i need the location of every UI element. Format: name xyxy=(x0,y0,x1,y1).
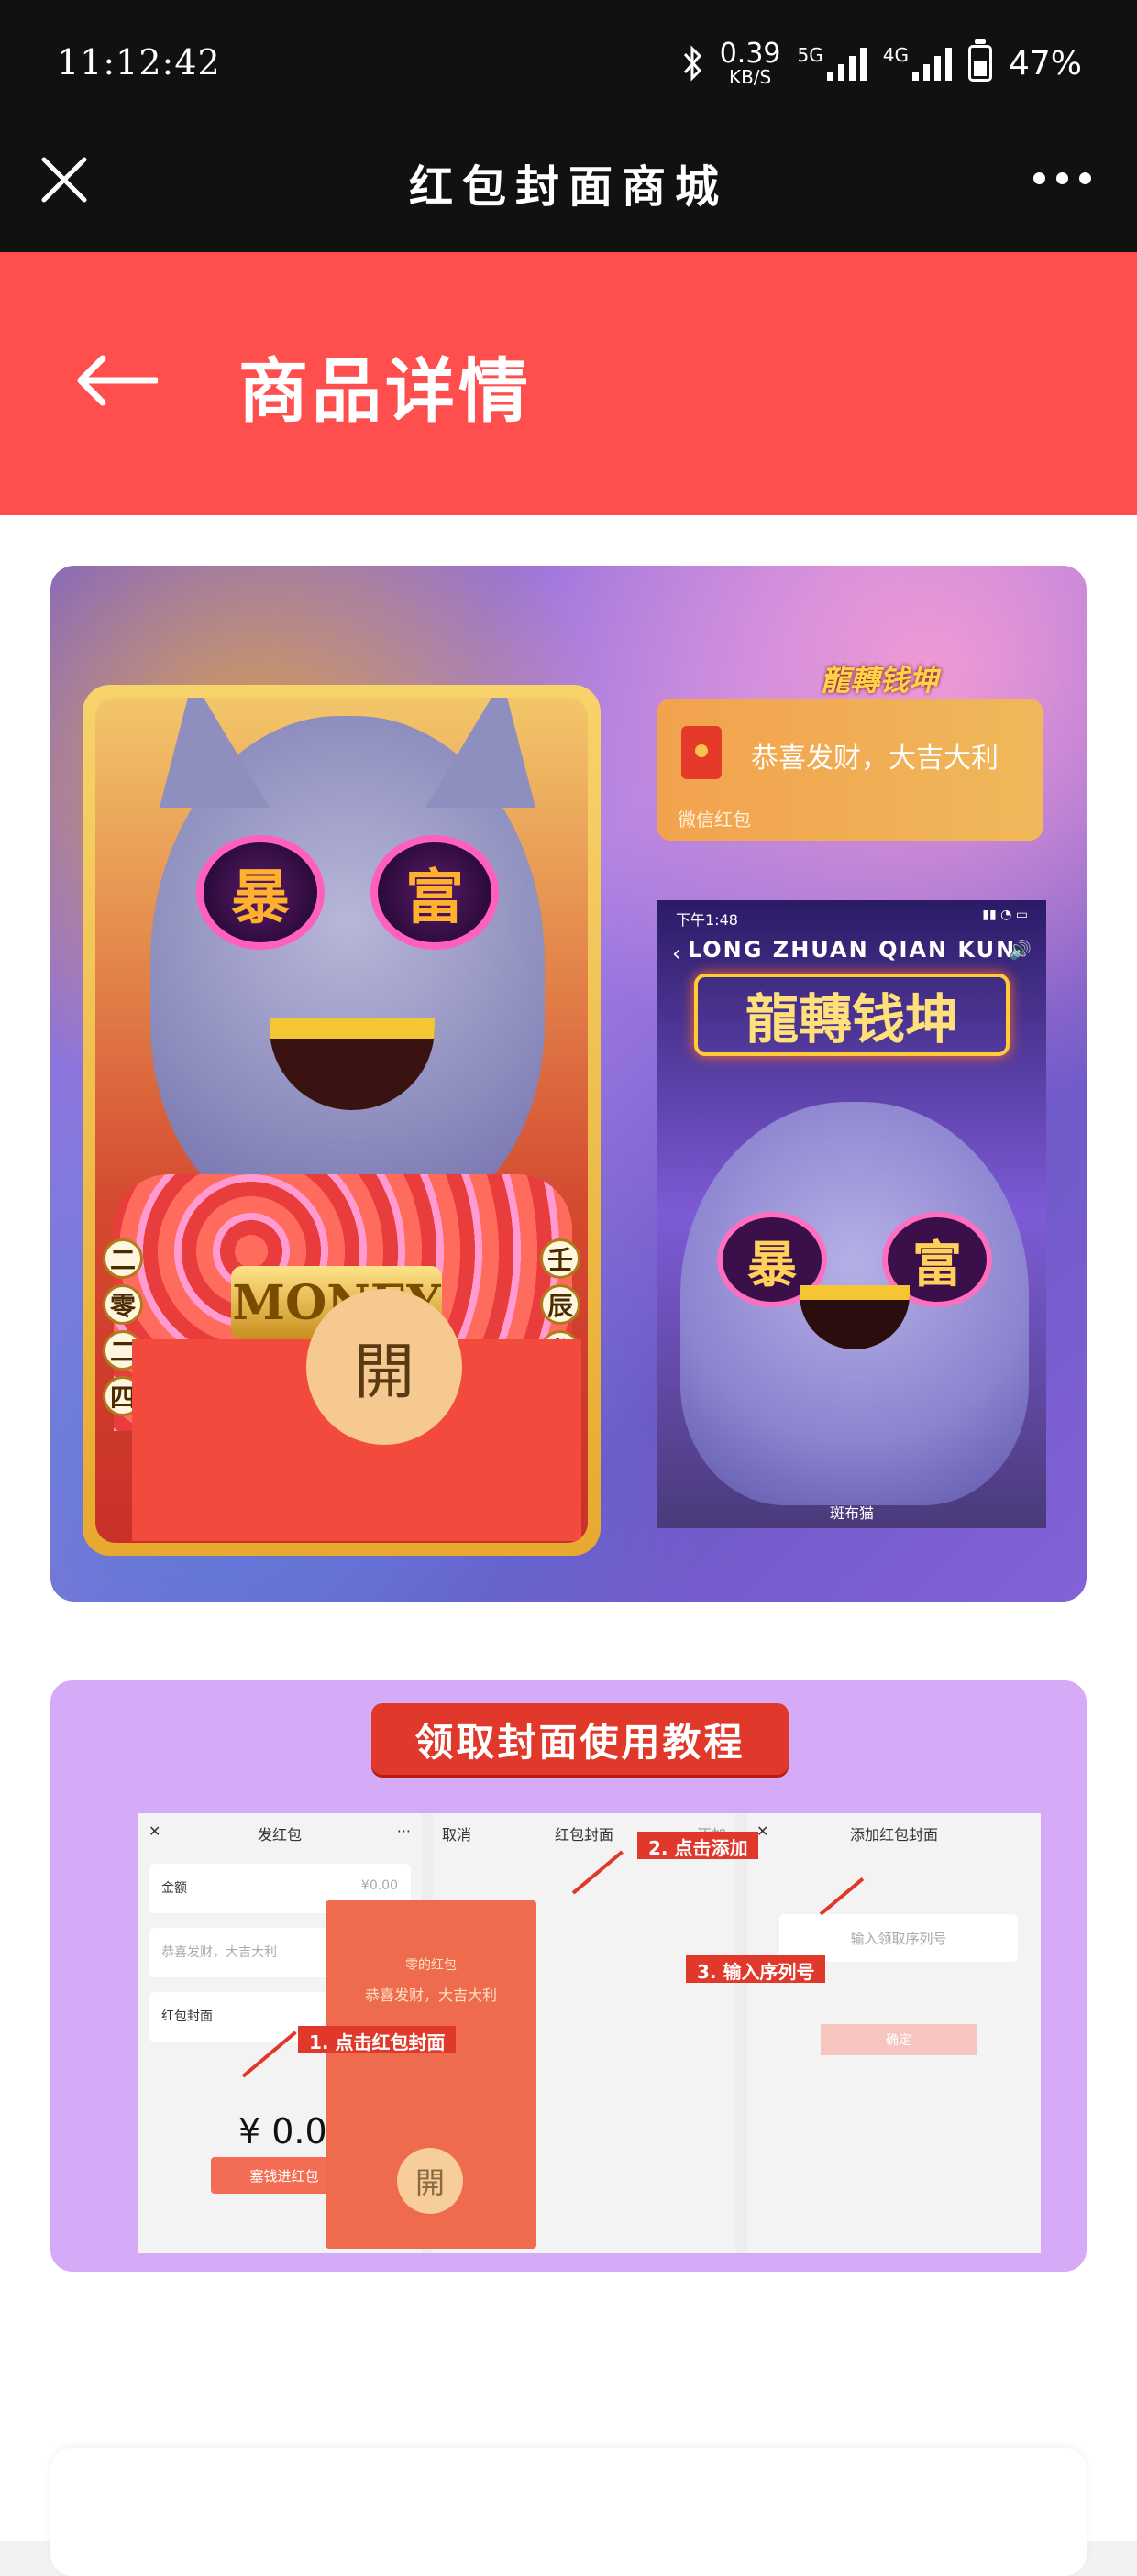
bluetooth-icon xyxy=(683,45,701,82)
signal-4g: 4G xyxy=(883,46,952,81)
signal-5g: 5G xyxy=(798,46,867,81)
open-button: 開 xyxy=(306,1289,462,1445)
phone-status-icons: ▮▮ ◔ ▭ xyxy=(982,908,1028,922)
status-time: 11:12:42 xyxy=(57,42,221,83)
signal-5g-label: 5G xyxy=(797,44,823,66)
product-info-card xyxy=(50,2448,1087,2576)
signal-bars-icon xyxy=(826,46,867,81)
red-packet-frame: 暴 富 MONEY 二 零 二 四 壬 辰 龙 年 xyxy=(83,685,601,1556)
confirm-button: 确定 xyxy=(821,2024,977,2055)
amount-label: 金额 xyxy=(161,1881,187,1896)
miniprogram-title: 红包封面商城 xyxy=(408,161,728,213)
gold-teeth xyxy=(270,1018,435,1110)
phone-title: LONG ZHUAN QIAN KUN xyxy=(687,937,1017,963)
side-char: 二 xyxy=(103,1238,143,1279)
network-speed: 0.39 KB/S xyxy=(719,38,781,88)
side-char: 零 xyxy=(103,1284,143,1325)
side-char: 辰 xyxy=(540,1284,580,1325)
phone-preview: 下午1:48 ▮▮ ◔ ▭ ‹ LONG ZHUAN QIAN KUN 🔊 龍轉… xyxy=(657,900,1046,1528)
main-content: 暴 富 MONEY 二 零 二 四 壬 辰 龙 年 xyxy=(0,515,1137,2576)
shot1-title: 发红包 xyxy=(257,1826,302,1844)
glasses-right: 富 xyxy=(370,835,499,950)
phone-status-time: 下午1:48 xyxy=(676,911,738,929)
tutorial-screenshots: ✕ 发红包 ··· 金额 ¥0.00 恭喜发财，大吉大利 ☺ 红包封面 › ¥ … xyxy=(138,1813,1041,2253)
gold-teeth xyxy=(800,1285,910,1349)
speaker-icon: 🔊 xyxy=(1009,939,1032,961)
battery-icon xyxy=(967,39,992,82)
cat-illustration: 暴 富 xyxy=(680,1102,1029,1505)
shot3-title: 添加红包封面 xyxy=(849,1826,938,1844)
more-dots-icon[interactable] xyxy=(1033,172,1091,184)
brand-logo: 龍轉钱坤 xyxy=(821,663,939,698)
tutorial-banner: 领取封面使用教程 xyxy=(371,1703,789,1775)
amount-placeholder: ¥0.00 xyxy=(360,1878,398,1893)
cover-sample: 零的红包 恭喜发财，大吉大利 開 xyxy=(326,1900,536,2249)
cover-greeting: 恭喜发财，大吉大利 xyxy=(751,743,999,775)
battery-percent: 47% xyxy=(1008,44,1082,83)
more-dots-icon: ··· xyxy=(396,1822,411,1840)
network-speed-unit: KB/S xyxy=(728,66,772,88)
shot1-header: ✕ 发红包 ··· xyxy=(138,1822,422,1844)
product-image[interactable]: 暴 富 MONEY 二 零 二 四 壬 辰 龙 年 xyxy=(50,566,1087,1602)
side-char: 壬 xyxy=(540,1238,580,1279)
cover-preview: 恭喜发财，大吉大利 微信红包 xyxy=(657,699,1043,841)
miniprogram-nav-bar: 红包封面商城 xyxy=(0,128,1137,252)
cover-greeting: 恭喜发财，大吉大利 xyxy=(364,1987,497,2004)
step-label: 1. 点击红包封面 xyxy=(298,2026,457,2053)
step-label: 2. 点击添加 xyxy=(637,1832,759,1859)
status-icons: 0.39 KB/S 5G 4G 47% xyxy=(681,38,1082,88)
network-speed-value: 0.39 xyxy=(719,38,781,70)
cover-user: 零的红包 xyxy=(405,1958,457,1973)
signal-bars-icon xyxy=(911,46,952,81)
page-title: 商品详情 xyxy=(238,350,532,432)
page-header: 商品详情 xyxy=(0,252,1137,515)
greeting-placeholder: 恭喜发财，大吉大利 xyxy=(161,1945,277,1960)
step-label: 3. 输入序列号 xyxy=(686,1955,826,1983)
neon-sign: 龍轉钱坤 xyxy=(694,974,1010,1056)
status-bar: 11:12:42 0.39 KB/S 5G 4G 47% xyxy=(0,0,1137,128)
phone-footer: 斑布猫 xyxy=(829,1504,874,1522)
red-packet-icon xyxy=(681,726,722,779)
cover-label: 红包封面 xyxy=(161,2009,213,2024)
glasses-left: 暴 xyxy=(196,835,325,950)
cover-sub: 微信红包 xyxy=(678,809,751,831)
tutorial-image[interactable]: 领取封面使用教程 ✕ 发红包 ··· 金额 ¥0.00 恭喜发财，大吉大利 ☺ xyxy=(50,1680,1087,2272)
cat-illustration: 暴 富 xyxy=(150,698,545,1229)
signal-4g-label: 4G xyxy=(882,44,909,66)
arrow-left-icon[interactable] xyxy=(75,353,158,408)
open-button: 開 xyxy=(397,2148,463,2214)
